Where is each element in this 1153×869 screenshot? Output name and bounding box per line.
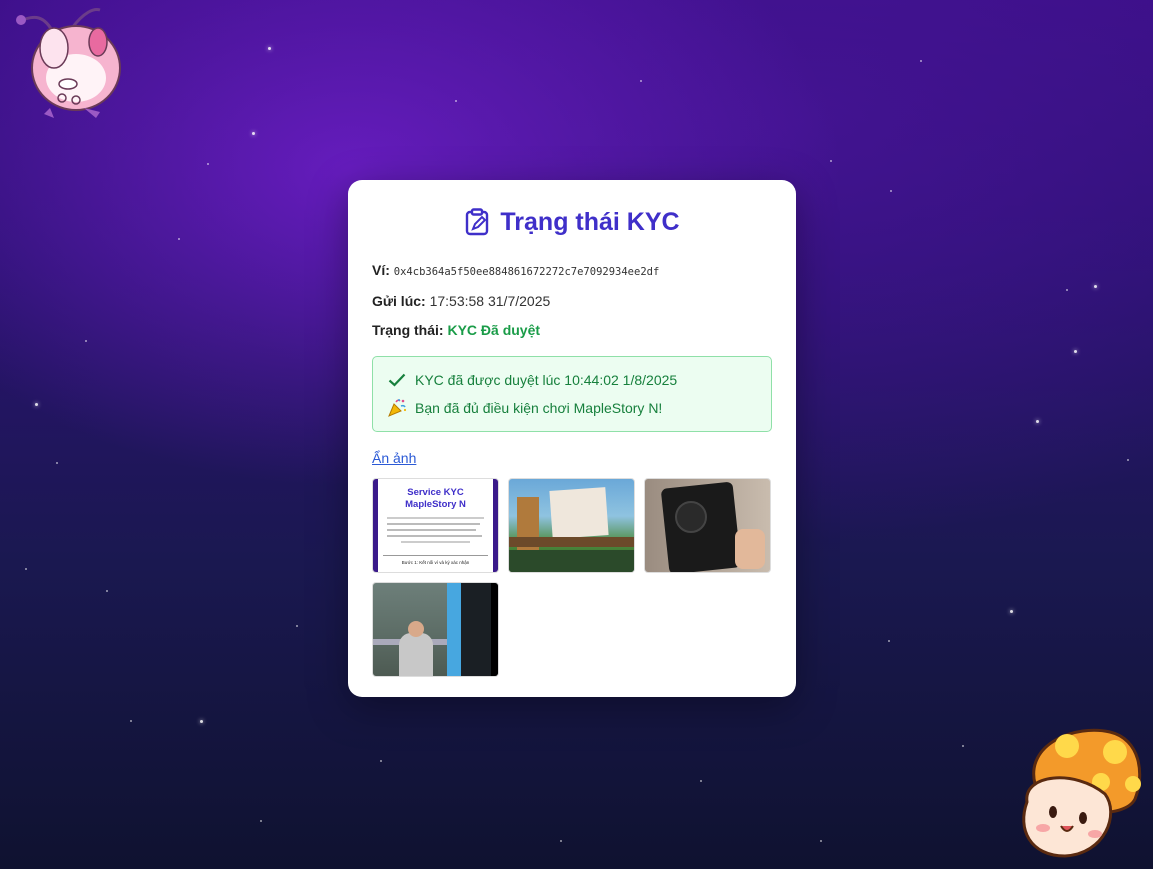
card-title-text: Trạng thái KYC <box>500 207 680 236</box>
kyc-image-thumbnail[interactable] <box>372 582 499 677</box>
party-popper-icon <box>387 398 407 418</box>
thumb-step: Bước 1: Kết nối ví và ký xác nhận <box>401 560 470 565</box>
card-title: Trạng thái KYC <box>372 206 772 238</box>
status-value: KYC Đã duyệt <box>447 322 541 338</box>
orange-mushroom-mascot-icon <box>1022 728 1142 858</box>
approved-text: KYC đã được duyệt lúc 10:44:02 1/8/2025 <box>415 372 678 388</box>
sent-label: Gửi lúc: <box>372 293 426 309</box>
kyc-image-thumbnail[interactable]: Service KYC MapleStory N Bước 1: Kết nối… <box>372 478 499 573</box>
status-label: Trạng thái: <box>372 322 444 338</box>
clipboard-icon <box>466 208 489 236</box>
kyc-status-card: Trạng thái KYC Ví: 0x4cb364a5f50ee884861… <box>348 180 796 697</box>
check-icon <box>387 370 407 390</box>
wallet-address: 0x4cb364a5f50ee884861672272c7e7092934ee2… <box>393 266 660 278</box>
hide-images-link[interactable]: Ẩn ảnh <box>372 450 416 466</box>
pink-mascot-icon <box>16 8 121 118</box>
kyc-image-thumbnail[interactable] <box>644 478 771 573</box>
approved-line: KYC đã được duyệt lúc 10:44:02 1/8/2025 <box>387 369 757 391</box>
eligible-line: Bạn đã đủ điều kiện chơi MapleStory N! <box>387 397 757 419</box>
sent-row: Gửi lúc: 17:53:58 31/7/2025 <box>372 293 772 309</box>
kyc-image-gallery: Service KYC MapleStory N Bước 1: Kết nối… <box>372 478 772 677</box>
eligible-text: Bạn đã đủ điều kiện chơi MapleStory N! <box>415 400 663 416</box>
sent-value: 17:53:58 31/7/2025 <box>429 293 551 309</box>
wallet-label: Ví: <box>372 262 390 278</box>
wallet-row: Ví: 0x4cb364a5f50ee884861672272c7e709293… <box>372 262 772 280</box>
kyc-image-thumbnail[interactable] <box>508 478 635 573</box>
approval-notice: KYC đã được duyệt lúc 10:44:02 1/8/2025 … <box>372 356 772 432</box>
status-row: Trạng thái: KYC Đã duyệt <box>372 322 772 338</box>
thumb-title: Service KYC MapleStory N <box>405 487 466 510</box>
